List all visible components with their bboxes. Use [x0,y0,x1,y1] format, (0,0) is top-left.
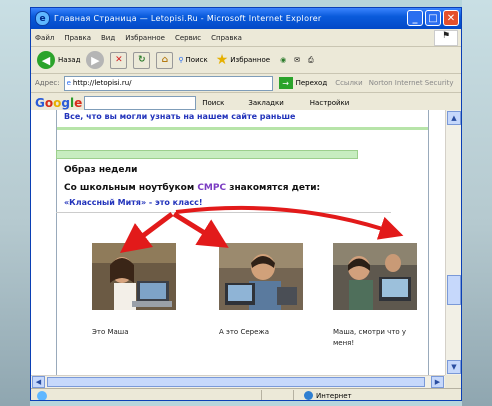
stop-button[interactable]: ✕ [110,51,128,69]
desktop-background-right [462,0,492,406]
google-bookmarks-label[interactable]: Закладки [248,99,283,107]
menu-edit[interactable]: Правка [64,34,91,42]
print-icon[interactable]: ⎙ [308,56,314,65]
window-title: Главная Страница — Letopisi.Ru - Microso… [54,14,322,23]
google-search-label[interactable]: Поиск [202,99,224,107]
section-divider-bar [56,150,358,159]
go-label[interactable]: Переход [296,79,328,87]
previous-posts-link[interactable]: Все, что вы могли узнать на нашем сайте … [64,112,295,121]
menu-bar: Файл Правка Вид Избранное Сервис Справка… [31,29,461,47]
brand-link[interactable]: СМРС [197,183,226,193]
mail-icon[interactable]: ✉ [294,56,300,64]
address-bar: Адрес: e http://letopisi.ru/ → Переход С… [31,74,461,93]
scroll-left-button[interactable]: ◀ [32,376,45,388]
caption-seryozha: А это Сережа [219,328,269,336]
security-label[interactable]: Norton Internet Security [369,79,454,87]
back-label[interactable]: Назад [58,56,80,64]
address-label: Адрес: [35,79,60,87]
caption-masha: Это Маша [92,328,129,336]
menu-favorites[interactable]: Избранное [125,34,165,42]
address-field[interactable]: e http://letopisi.ru/ [63,75,273,91]
photo-masha[interactable] [92,243,176,310]
menu-help[interactable]: Справка [211,34,242,42]
search-icon[interactable]: ⚲ [178,56,183,64]
browser-window: e Главная Страница — Letopisi.Ru - Micro… [30,7,462,401]
status-bar: Интернет [31,388,461,400]
google-search-input[interactable] [84,95,197,110]
links-label[interactable]: Ссылки [335,79,363,87]
caption-masha-look: Маша, смотри что у меня! [333,328,407,347]
intro-text: Со школьным ноутбуком СМРС знакомятся де… [64,183,320,193]
close-button[interactable]: ✕ [443,10,459,26]
title-bar[interactable]: e Главная Страница — Letopisi.Ru - Micro… [31,8,461,29]
go-arrow-icon[interactable]: → [278,77,293,89]
scroll-up-button[interactable]: ▲ [447,111,461,125]
google-logo: Google [35,95,83,110]
intro-prefix: Со школьным ноутбуком [64,183,198,193]
scroll-down-button[interactable]: ▼ [447,360,461,374]
vertical-scroll-thumb[interactable] [447,275,461,305]
menu-tools[interactable]: Сервис [175,34,201,42]
menu-view[interactable]: Вид [101,34,115,42]
scroll-right-button[interactable]: ▶ [431,376,444,388]
page-content: Все, что вы могли узнать на нашем сайте … [31,110,445,375]
google-settings-label[interactable]: Настройки [310,99,350,107]
url-text: http://letopisi.ru/ [72,79,132,87]
windows-logo-icon: ⚑ [434,30,458,46]
horizontal-scrollbar[interactable]: ◀ ▶ [31,375,445,389]
header-band [57,127,428,130]
back-button[interactable]: ◀ [37,51,55,69]
history-icon[interactable]: ◉ [280,56,286,64]
maximize-button[interactable]: □ [425,10,441,26]
page-icon: e [66,79,71,87]
class-link[interactable]: «Классный Митя» - это класс! [64,198,202,207]
search-label[interactable]: Поиск [186,56,208,64]
section-title: Образ недели [64,165,138,175]
menu-file[interactable]: Файл [35,34,54,42]
globe-icon [304,391,313,400]
photo-seryozha[interactable] [219,243,303,310]
security-zone: Интернет [304,391,352,400]
desktop-background-left [0,0,30,406]
intro-suffix: знакомятся дети: [226,183,321,193]
status-page-icon [37,391,47,400]
home-button[interactable]: ⌂ [156,51,174,69]
toolbar: ◀ Назад ▶ ✕ ↻ ⌂ ⚲ Поиск ★ Избранное ◉ ✉ … [31,47,461,74]
vertical-scrollbar[interactable]: ▲ ▼ [445,110,461,375]
status-divider [293,390,294,400]
ie-icon: e [35,11,50,26]
minimize-button[interactable]: _ [407,10,423,26]
horizontal-scroll-thumb[interactable] [47,377,425,387]
forward-button[interactable]: ▶ [86,51,105,69]
favorites-label[interactable]: Избранное [230,56,270,64]
refresh-button[interactable]: ↻ [133,51,151,69]
status-divider [261,390,262,400]
zone-label: Интернет [316,391,352,400]
favorites-star-icon[interactable]: ★ [216,52,229,68]
photo-masha-look[interactable] [333,243,417,310]
divider [56,212,391,213]
